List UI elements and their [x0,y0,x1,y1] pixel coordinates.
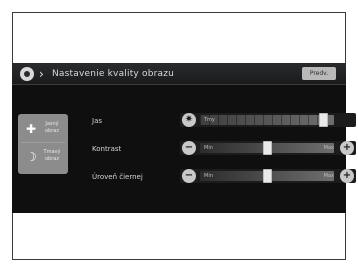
minus-icon[interactable]: − [182,141,196,155]
gear-icon[interactable] [20,67,34,81]
dark-image-button[interactable]: ☽ Tmavý obraz [21,145,65,171]
bright-image-button[interactable]: ✚ Jasný obraz [21,117,65,143]
minus-icon[interactable]: − [182,169,196,183]
plus-icon[interactable]: + [340,141,354,155]
brightness-ticks [200,115,334,125]
brightness-label: Jas [92,117,103,125]
moon-icon: ☽ [26,150,37,164]
dark-image-label: Tmavý obraz [43,149,61,162]
chevron-right-icon: › [39,67,44,81]
brightness-min-label: Tmy [204,117,215,123]
plus-icon[interactable]: + [340,169,354,183]
black-level-min-label: Min [204,173,213,179]
infotainment-screen: › Nastavenie kvality obrazu Predv. ✚ Jas… [12,63,356,213]
contrast-label: Kontrast [92,145,122,153]
black-level-max-label: Max [323,173,334,179]
bright-image-label: Jasný obraz [45,121,59,134]
black-level-knob[interactable] [262,169,272,183]
brightness-slider[interactable]: ✷ Tmy [180,113,356,127]
black-level-slider[interactable]: − Min Max + [180,169,356,183]
contrast-max-label: Max [323,145,334,151]
contrast-slider[interactable]: − Min Max + [180,141,356,155]
page-title: Nastavenie kvality obrazu [52,69,175,79]
contrast-knob[interactable] [262,141,272,155]
sun-icon: ✚ [26,122,37,136]
black-level-label: Úroveň čiernej [92,173,143,181]
default-button[interactable]: Predv. [302,67,336,80]
sun-icon[interactable]: ✷ [182,113,196,127]
contrast-min-label: Min [204,145,213,151]
screen-header: › Nastavenie kvality obrazu Predv. [12,63,346,85]
manual-page: › Nastavenie kvality obrazu Predv. ✚ Jas… [0,0,358,268]
preset-panel: ✚ Jasný obraz ☽ Tmavý obraz [18,114,68,174]
brightness-knob[interactable] [318,113,328,127]
